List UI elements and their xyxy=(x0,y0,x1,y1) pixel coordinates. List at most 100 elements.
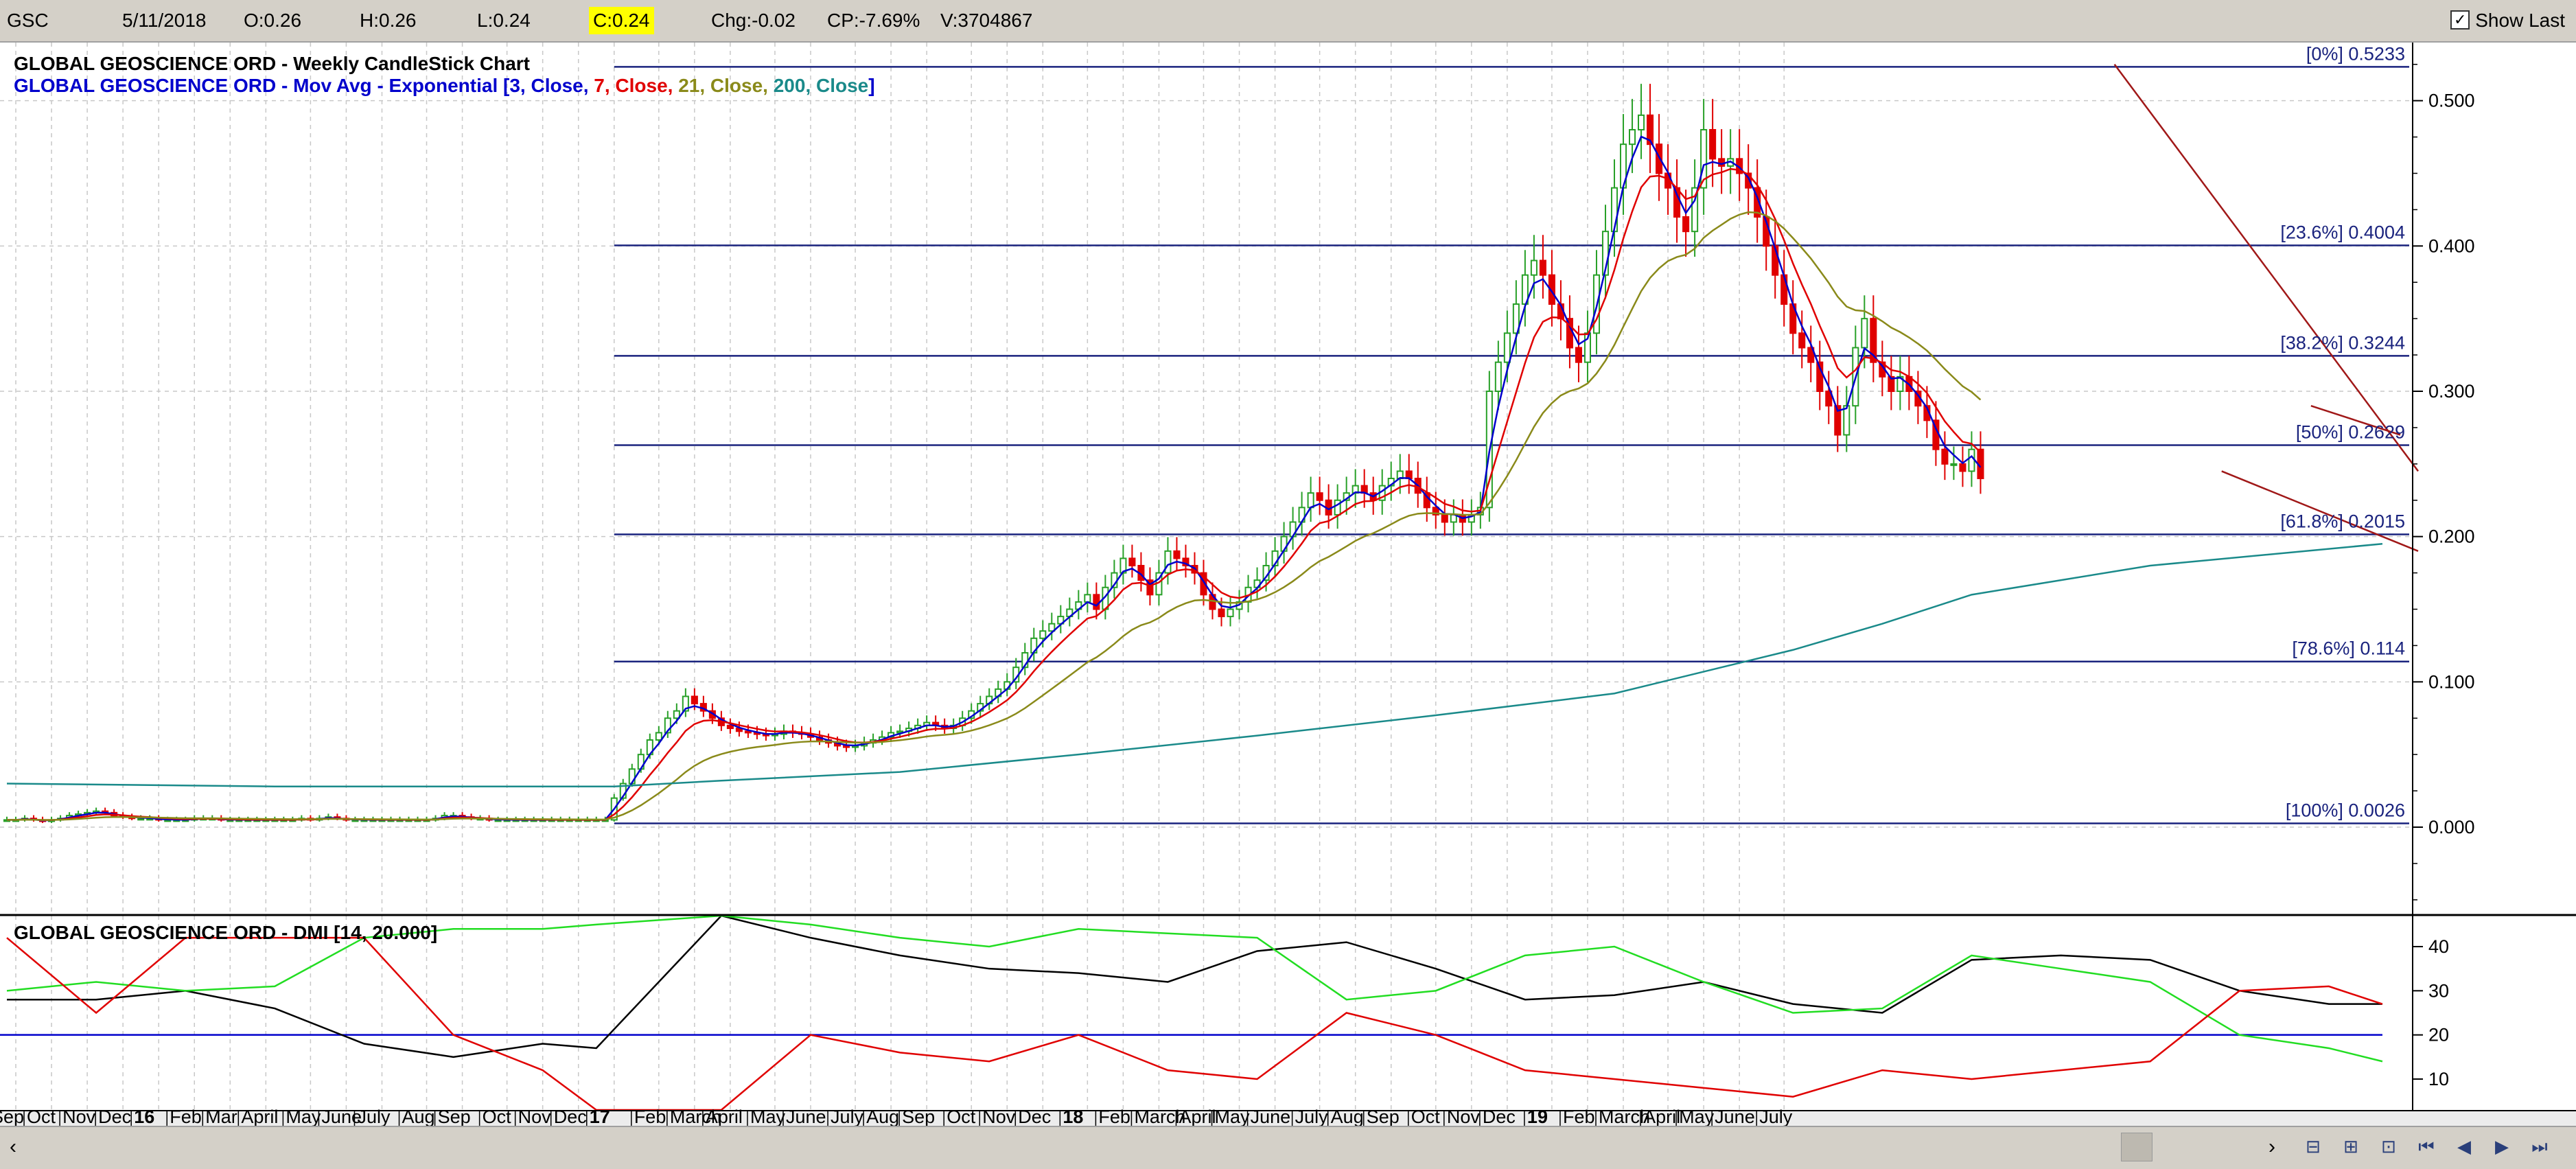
date-label: 5/11/2018 xyxy=(122,10,207,31)
x-tick-label: March xyxy=(1134,1107,1185,1126)
x-tick-label: Sep xyxy=(902,1107,935,1126)
y-tick-label: 0.200 xyxy=(2428,526,2475,547)
symbol-label: GSC xyxy=(7,10,49,31)
y-tick-label: 0.500 xyxy=(2428,91,2475,111)
candle-body xyxy=(1959,463,1966,472)
x-tick-label: Oct xyxy=(947,1107,976,1126)
show-last-label: Show Last xyxy=(2475,10,2565,31)
x-tick-label: July xyxy=(1759,1107,1793,1126)
candle-body xyxy=(1941,448,1949,465)
fib-level-label: [50%] 0.2629 xyxy=(2296,422,2405,443)
go-end-icon[interactable]: ⏭ xyxy=(2526,1133,2553,1160)
chart-scrollbar[interactable]: ‹ › ⊟ ⊞ ⊡ ⏮ ◀ ▶ ⏭ xyxy=(0,1126,2576,1169)
x-tick-label: Sep xyxy=(0,1107,24,1126)
candle-body xyxy=(1093,594,1100,610)
dmi-y-tick-label: 40 xyxy=(2428,936,2449,957)
change-value: Chg:-0.02 xyxy=(711,10,796,31)
x-tick-label: July xyxy=(1295,1107,1329,1126)
candle-body xyxy=(1950,463,1958,466)
candle-body xyxy=(1843,405,1850,436)
candle-body xyxy=(1530,259,1538,276)
candle-body xyxy=(1673,187,1681,218)
chart-area[interactable]: SepOctNovDec16FebMarAprilMayJuneJulyAugS… xyxy=(0,43,2576,1126)
quote-toolbar: GSC 5/11/2018 O:0.26 H:0.26 L:0.24 C:0.2… xyxy=(0,0,2576,43)
candle-body xyxy=(1218,608,1225,618)
x-tick-label: May xyxy=(1215,1107,1251,1126)
candle-body xyxy=(1316,492,1323,501)
close-value: C:0.24 xyxy=(589,7,654,34)
dmi-y-tick-label: 10 xyxy=(2428,1069,2449,1089)
x-tick-label: Nov xyxy=(518,1107,552,1126)
ema-legend-entry: 21, Close, xyxy=(678,75,774,96)
ema-legend-entry: 3, Close, xyxy=(509,75,594,96)
x-tick-label: Feb xyxy=(1563,1107,1595,1126)
fib-level-label: [38.2%] 0.3244 xyxy=(2280,332,2405,353)
change-percent-value: CP:-7.69% xyxy=(827,10,920,31)
fib-level-label: [78.6%] 0.114 xyxy=(2292,638,2405,659)
candle-body xyxy=(1628,129,1636,146)
candle-body xyxy=(1039,630,1047,639)
candle-body xyxy=(1164,550,1172,574)
checkbox-check-icon[interactable]: ✓ xyxy=(2450,10,2470,30)
candle-body xyxy=(1682,216,1690,233)
x-tick-label: Feb xyxy=(1098,1107,1130,1126)
x-tick-label: Sep xyxy=(1367,1107,1400,1126)
page-left-icon[interactable]: ◀ xyxy=(2450,1133,2478,1160)
x-tick-label: June xyxy=(1715,1107,1755,1126)
x-tick-label: Dec xyxy=(1483,1107,1516,1126)
page-right-icon[interactable]: ▶ xyxy=(2488,1133,2516,1160)
scroll-right-icon[interactable]: › xyxy=(2268,1135,2275,1159)
ema-legend: GLOBAL GEOSCIENCE ORD - Mov Avg - Expone… xyxy=(14,75,875,96)
x-tick-label: Aug xyxy=(402,1107,435,1126)
x-tick-label: Mar xyxy=(205,1107,237,1126)
fib-level-label: [100%] 0.0026 xyxy=(2286,800,2405,820)
x-tick-label: 16 xyxy=(134,1107,154,1126)
x-tick-label: June xyxy=(786,1107,826,1126)
zoom-out-icon[interactable]: ⊟ xyxy=(2299,1133,2327,1160)
x-tick-label: Nov xyxy=(1447,1107,1481,1126)
x-tick-label: Dec xyxy=(554,1107,587,1126)
x-tick-label: May xyxy=(286,1107,321,1126)
candle-body xyxy=(1307,492,1314,509)
zoom-in-icon[interactable]: ⊞ xyxy=(2337,1133,2365,1160)
go-start-icon[interactable]: ⏮ xyxy=(2413,1133,2440,1160)
high-value: H:0.26 xyxy=(360,10,417,31)
x-tick-label: Oct xyxy=(27,1107,56,1126)
candle-body xyxy=(1575,347,1582,363)
x-tick-label: Dec xyxy=(1018,1107,1051,1126)
scroll-left-icon[interactable]: ‹ xyxy=(10,1135,16,1159)
x-tick-label: April xyxy=(706,1107,743,1126)
candle-body xyxy=(1780,274,1788,305)
x-tick-label: Nov xyxy=(982,1107,1016,1126)
candle-body xyxy=(1638,114,1645,131)
dmi-y-tick-label: 20 xyxy=(2428,1025,2449,1045)
x-tick-label: May xyxy=(1679,1107,1715,1126)
ema-legend-entry: 200, Close xyxy=(774,75,869,96)
candle-body xyxy=(1334,499,1341,516)
x-tick-label: May xyxy=(750,1107,786,1126)
x-tick-label: April xyxy=(1179,1107,1216,1126)
candle-body xyxy=(1494,361,1502,392)
dmi-chart-title: GLOBAL GEOSCIENCE ORD - DMI [14, 20.000] xyxy=(14,922,437,943)
candle-body xyxy=(1128,557,1136,567)
x-tick-label: Feb xyxy=(170,1107,202,1126)
x-tick-label: April xyxy=(1643,1107,1680,1126)
candle-body xyxy=(1227,608,1234,618)
x-tick-label: April xyxy=(241,1107,278,1126)
x-tick-label: Dec xyxy=(98,1107,131,1126)
show-last-checkbox[interactable]: ✓ Show Last xyxy=(2450,7,2565,34)
scroll-thumb[interactable] xyxy=(2121,1133,2153,1161)
candle-body xyxy=(655,732,662,741)
candle-body xyxy=(744,730,752,734)
x-tick-label: March xyxy=(1599,1107,1650,1126)
candle-body xyxy=(1539,259,1546,276)
fib-level-label: [61.8%] 0.2015 xyxy=(2280,511,2405,531)
candle-body xyxy=(1503,332,1511,363)
candle-body xyxy=(1084,594,1091,603)
zoom-fit-icon[interactable]: ⊡ xyxy=(2375,1133,2402,1160)
x-tick-label: July xyxy=(831,1107,864,1126)
candle-body xyxy=(1709,129,1717,160)
volume-value: V:3704867 xyxy=(940,10,1033,31)
y-tick-label: 0.400 xyxy=(2428,235,2475,256)
open-value: O:0.26 xyxy=(244,10,302,31)
